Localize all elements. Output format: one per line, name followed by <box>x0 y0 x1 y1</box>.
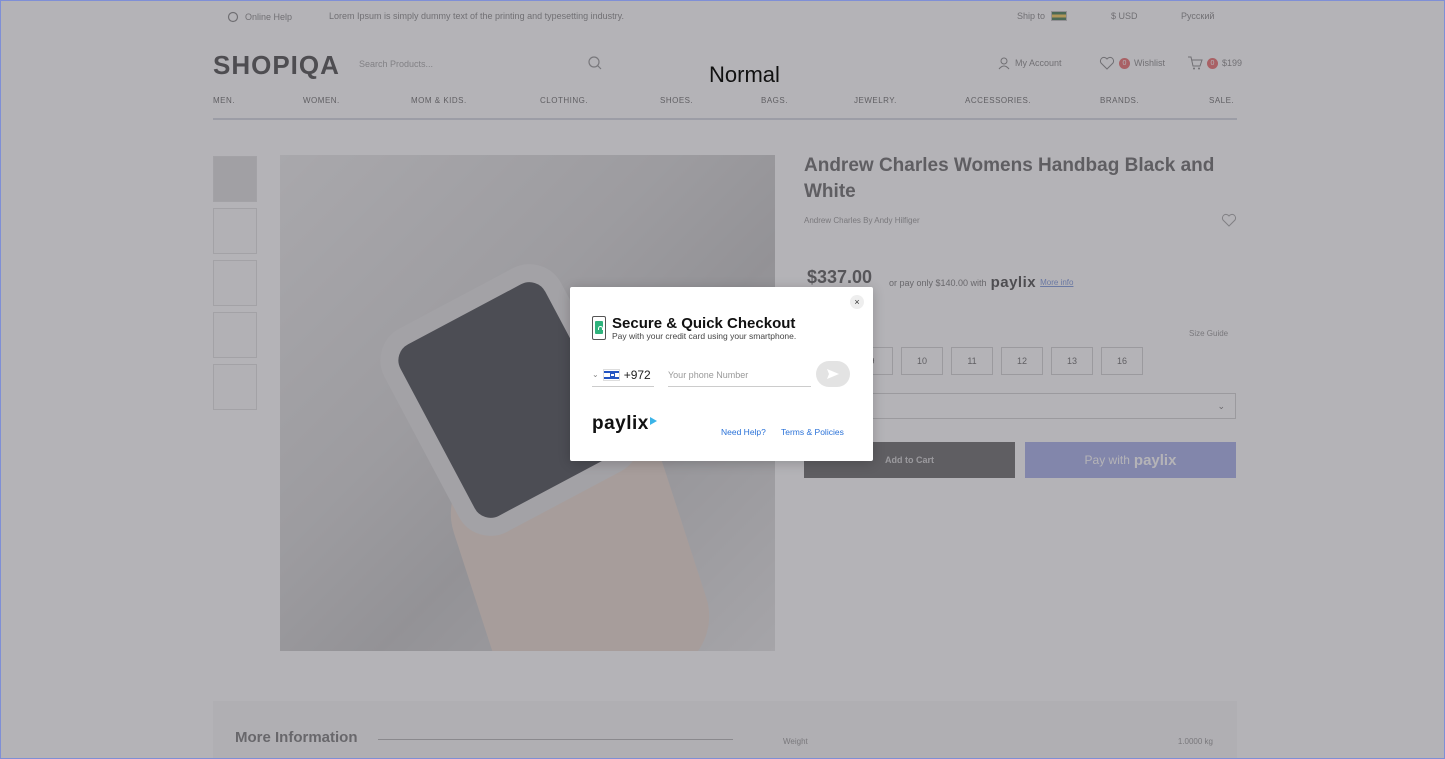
send-arrow-icon <box>827 369 839 379</box>
chevron-down-icon: ⌄ <box>592 370 599 379</box>
send-button[interactable] <box>816 361 850 387</box>
phone-screen <box>595 321 603 334</box>
modal-title: Secure & Quick Checkout <box>612 315 796 332</box>
page-frame: Online Help Lorem Ipsum is simply dummy … <box>0 0 1445 759</box>
phone-number-input[interactable] <box>668 363 811 387</box>
star-of-david <box>609 372 615 377</box>
paylix-logo: paylix <box>592 413 657 435</box>
terms-policies-link[interactable]: Terms & Policies <box>781 427 844 437</box>
need-help-link[interactable]: Need Help? <box>721 427 766 437</box>
close-button[interactable]: × <box>850 295 864 309</box>
paylix-logo-mark-icon <box>649 417 657 425</box>
checkout-modal: × Secure & Quick Checkout Pay with your … <box>570 287 873 461</box>
modal-subtitle: Pay with your credit card using your sma… <box>612 331 797 341</box>
country-code-selector[interactable]: ⌄ +972 <box>592 363 654 387</box>
country-code: +972 <box>623 367 651 382</box>
phone-lock-icon <box>592 316 606 340</box>
paylix-logo-text: paylix <box>592 413 649 434</box>
israel-flag-icon <box>602 368 620 381</box>
lock-shackle <box>598 326 603 330</box>
state-label: Normal <box>709 62 780 87</box>
